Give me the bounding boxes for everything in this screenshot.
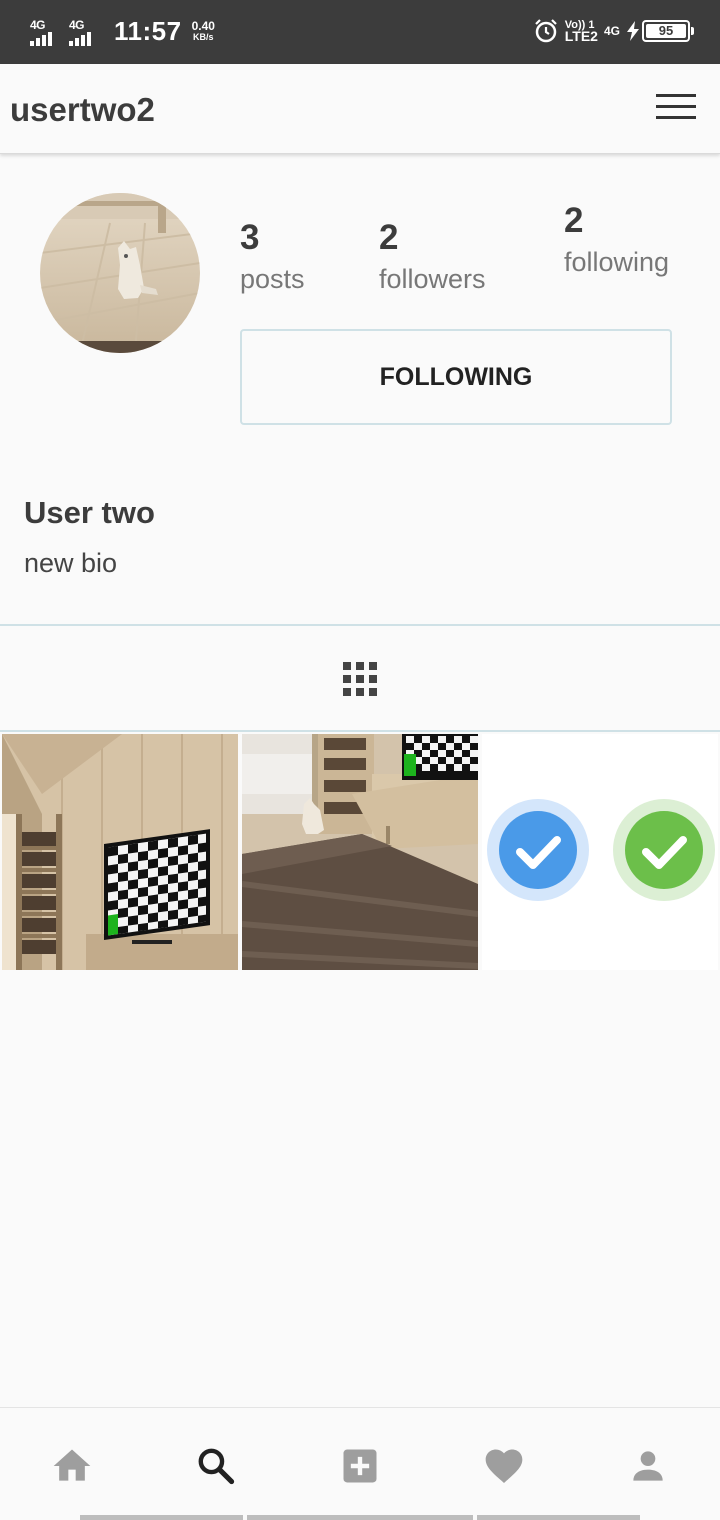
charging-icon [627,21,639,41]
followers-count: 2 [379,218,399,257]
followers-label: followers [379,264,486,294]
following-stat[interactable]: 2 following [564,201,674,277]
page-title: usertwo2 [10,91,155,128]
profile-icon [633,1451,663,1481]
post-thumbnail[interactable] [2,734,238,970]
post-thumbnail[interactable] [242,734,478,970]
lte-label: LTE2 [564,28,598,44]
bio-text: new bio [24,548,118,578]
divider [0,730,720,732]
heart-icon [485,1449,523,1484]
speed-value: 0.40 [191,18,215,33]
network-type: 4G [603,24,620,38]
network-speed: 0.40 KB/s [191,18,215,43]
followers-stat[interactable]: 2 followers [379,218,486,294]
post-thumbnail[interactable] [482,734,718,970]
volte-indicator: Vo)) 1 LTE2 [564,20,598,44]
hamburger-icon [656,94,696,97]
checkmark-badges-photo [482,734,718,970]
status-left: 4G 4G 11:57 0.40 KB/s [30,16,215,47]
following-button[interactable]: FOLLOWING [240,329,672,425]
search-icon [198,1448,235,1485]
speed-unit: KB/s [193,31,214,42]
nav-add[interactable] [338,1444,382,1488]
following-count: 2 [564,201,584,240]
nav-search[interactable] [194,1444,238,1488]
menu-button[interactable] [656,94,696,124]
gesture-bar [247,1515,473,1520]
bottom-nav [0,1407,720,1520]
display-name: User two [24,495,155,530]
gesture-bar [80,1515,243,1520]
avatar-image [40,193,200,353]
network-type: 4G [30,17,46,32]
status-bar: 4G 4G 11:57 0.40 KB/s Vo)) 1 LTE2 4G 95 [0,0,720,64]
alarm-icon [535,19,557,43]
status-right: Vo)) 1 LTE2 4G 95 [533,18,694,44]
room-cat-photo [242,734,478,970]
tab-grid[interactable] [0,626,720,730]
clock: 11:57 [114,16,182,46]
posts-count: 3 [240,218,260,257]
following-label: following [564,247,670,277]
grid-icon[interactable] [343,662,377,696]
posts-label: posts [240,264,305,294]
top-bar: usertwo2 [0,64,720,154]
nav-activity[interactable] [482,1444,526,1488]
room-tv-photo [2,734,238,970]
gesture-bar [477,1515,640,1520]
home-icon [53,1449,91,1481]
nav-home[interactable] [50,1444,94,1488]
signal-icon: 4G [30,18,63,46]
battery-level: 95 [646,24,686,38]
network-type: 4G [69,17,85,32]
posts-stat[interactable]: 3 posts [240,218,305,294]
battery-icon: 95 [642,20,694,42]
nav-profile[interactable] [626,1444,670,1488]
signal-icon: 4G [69,18,102,46]
avatar[interactable] [40,193,200,353]
add-icon [343,1449,377,1483]
